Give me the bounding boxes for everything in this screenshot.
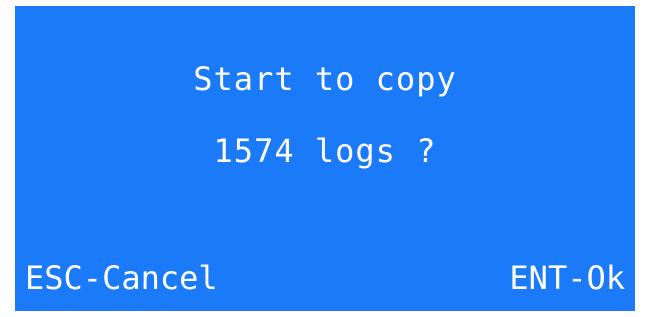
cancel-softkey[interactable]: ESC-Cancel [25, 259, 218, 297]
message-line-1: Start to copy [193, 60, 457, 98]
ok-softkey[interactable]: ENT-Ok [509, 259, 625, 297]
device-screen: Start to copy 1574 logs ? ESC-Cancel ENT… [15, 6, 635, 311]
message-line-2: 1574 logs ? [213, 132, 437, 170]
